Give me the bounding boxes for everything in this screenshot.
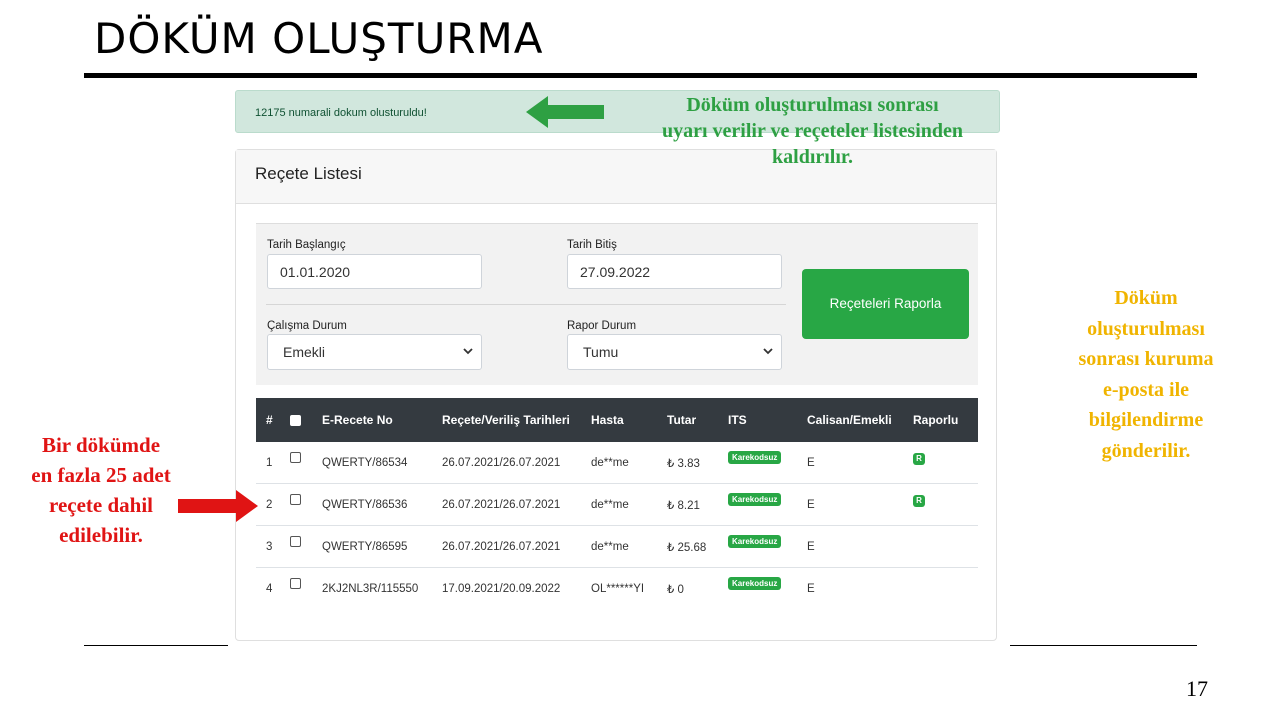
filter-panel: Tarih Başlangıç 01.01.2020 Tarih Bitiş 2… xyxy=(256,223,978,385)
slide-title: DÖKÜM OLUŞTURMA xyxy=(94,14,544,63)
select-all-checkbox[interactable] xyxy=(290,415,301,427)
table-row: 1 QWERTY/86534 26.07.2021/26.07.2021 de*… xyxy=(256,442,978,484)
row-checkbox[interactable] xyxy=(290,577,301,589)
report-badge: R xyxy=(913,495,925,507)
annotation-email-note: Döküm oluşturulması sonrası kuruma e-pos… xyxy=(1050,283,1242,466)
employment-status: E xyxy=(807,525,913,568)
report-cell-empty xyxy=(913,568,978,610)
annotation-line: gönderilir. xyxy=(1101,439,1191,462)
red-arrow-right-icon xyxy=(178,490,258,522)
annotation-line: sonrası kuruma xyxy=(1078,348,1214,370)
amount: ₺ 3.83 xyxy=(667,442,728,484)
rx-dates: 26.07.2021/26.07.2021 xyxy=(442,442,591,484)
report-status-value: Tumu xyxy=(583,344,619,360)
chevron-down-icon xyxy=(763,348,773,355)
annotation-line: kaldırılır. xyxy=(772,146,853,168)
row-index: 3 xyxy=(256,525,286,568)
rx-number-link[interactable]: QWERTY/86595 xyxy=(322,525,442,568)
annotation-line: Döküm xyxy=(1114,287,1178,309)
page-number: 17 xyxy=(1186,676,1208,701)
report-prescriptions-button[interactable]: Reçeteleri Raporla xyxy=(802,269,969,339)
patient-name: de**me xyxy=(591,442,667,484)
work-status-select[interactable]: Emekli xyxy=(267,334,482,370)
table-row: 4 2KJ2NL3R/115550 17.09.2021/20.09.2022 … xyxy=(256,568,978,610)
annotation-line: Bir dökümde xyxy=(41,433,161,457)
column-header-amount: Tutar xyxy=(667,413,697,427)
rx-number-link[interactable]: 2KJ2NL3R/115550 xyxy=(322,568,442,610)
annotation-line: Döküm oluşturulması sonrası xyxy=(686,94,939,116)
report-status-label: Rapor Durum xyxy=(567,320,637,332)
annotation-line: reçete dahil xyxy=(49,493,153,517)
annotation-line: edilebilir. xyxy=(59,523,143,547)
bottom-divider-right xyxy=(1010,645,1197,646)
report-status-select[interactable]: Tumu xyxy=(567,334,782,370)
start-date-input[interactable]: 01.01.2020 xyxy=(267,254,482,289)
column-header-status: Calisan/Emekli xyxy=(807,413,892,427)
bottom-divider-left xyxy=(84,645,228,646)
row-index: 4 xyxy=(266,582,273,595)
column-header-dates: Reçete/Veriliş Tarihleri xyxy=(442,413,570,427)
employment-status: E xyxy=(807,442,913,484)
title-divider xyxy=(84,73,1197,78)
chevron-down-icon xyxy=(463,348,473,355)
annotation-line: oluşturulması xyxy=(1087,317,1205,340)
green-arrow-left-icon xyxy=(526,96,604,128)
start-date-label: Tarih Başlangıç xyxy=(267,239,346,251)
rx-dates: 26.07.2021/26.07.2021 xyxy=(442,525,591,568)
row-index: 1 xyxy=(256,442,286,484)
rx-number-link[interactable]: QWERTY/86536 xyxy=(322,483,442,526)
filter-row-divider xyxy=(266,304,786,305)
report-cell-empty xyxy=(913,525,978,568)
annotation-limit-note: Bir dökümde en fazla 25 adet reçete dahi… xyxy=(6,430,196,550)
column-header-rx-no: E-Recete No xyxy=(322,413,393,427)
annotation-line: uyarı verilir ve reçeteler listesinden xyxy=(661,120,964,142)
row-checkbox[interactable] xyxy=(290,535,301,547)
its-badge: Karekodsuz xyxy=(728,451,782,464)
patient-name: de**me xyxy=(591,483,667,526)
rx-dates: 26.07.2021/26.07.2021 xyxy=(442,483,591,526)
row-checkbox[interactable] xyxy=(290,493,301,505)
its-badge: Karekodsuz xyxy=(728,493,782,506)
annotation-alert-note: Döküm oluşturulması sonrası uyarı verili… xyxy=(620,92,1005,170)
annotation-line: en fazla 25 adet xyxy=(31,463,171,487)
amount: ₺ 8.21 xyxy=(667,483,728,526)
prescription-table: # E-Recete No Reçete/Veriliş Tarihleri H… xyxy=(256,398,978,609)
amount: ₺ 0 xyxy=(667,583,684,596)
table-header-row: # E-Recete No Reçete/Veriliş Tarihleri H… xyxy=(256,398,978,442)
report-badge: R xyxy=(913,453,925,465)
column-header-index: # xyxy=(266,413,273,427)
its-badge: Karekodsuz xyxy=(728,535,782,548)
column-header-patient: Hasta xyxy=(591,413,624,427)
row-index: 2 xyxy=(256,483,286,526)
column-header-its: ITS xyxy=(728,413,747,427)
rx-dates: 17.09.2021/20.09.2022 xyxy=(442,582,561,595)
employment-status: E xyxy=(807,582,815,595)
rx-number-link[interactable]: QWERTY/86534 xyxy=(322,442,442,484)
end-date-input[interactable]: 27.09.2022 xyxy=(567,254,782,289)
prescription-list-card: Reçete Listesi Tarih Başlangıç 01.01.202… xyxy=(235,149,997,641)
column-header-report: Raporlu xyxy=(913,413,959,427)
annotation-line: bilgilendirme xyxy=(1088,409,1204,431)
employment-status: E xyxy=(807,483,913,526)
work-status-value: Emekli xyxy=(283,344,326,360)
app-screenshot: 12175 numarali dokum olusturuldu! Reçete… xyxy=(228,86,1010,646)
table-row: 3 QWERTY/86595 26.07.2021/26.07.2021 de*… xyxy=(256,525,978,568)
end-date-label: Tarih Bitiş xyxy=(567,239,617,251)
row-checkbox[interactable] xyxy=(290,451,301,463)
patient-name: de**me xyxy=(591,525,667,568)
annotation-line: e-posta ile xyxy=(1102,378,1190,401)
table-row: 2 QWERTY/86536 26.07.2021/26.07.2021 de*… xyxy=(256,483,978,526)
work-status-label: Çalışma Durum xyxy=(267,320,347,332)
its-badge: Karekodsuz xyxy=(728,577,782,590)
amount: ₺ 25.68 xyxy=(667,525,728,568)
patient-name: OL******YI xyxy=(591,582,645,595)
